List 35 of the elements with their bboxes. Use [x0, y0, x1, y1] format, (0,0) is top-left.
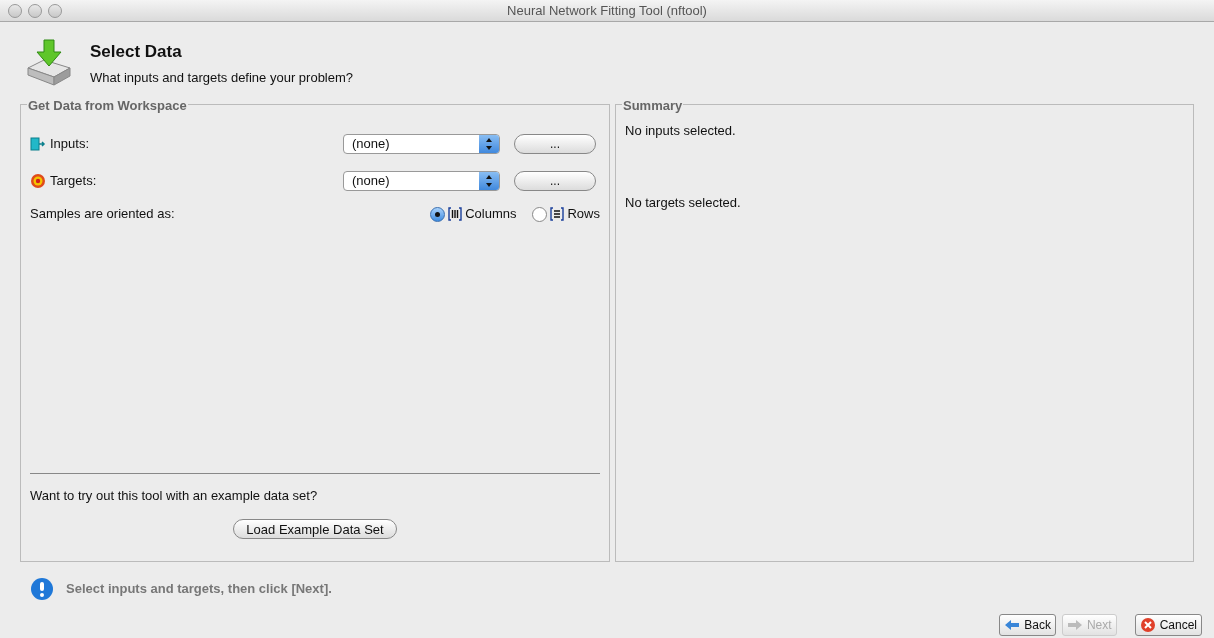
browse-button[interactable]: ... — [514, 170, 596, 191]
radio-button[interactable] — [532, 206, 548, 222]
window-control-icon[interactable] — [8, 3, 22, 18]
variable-dropdown[interactable]: (none) — [343, 170, 500, 191]
wizard-button[interactable]: Back — [999, 614, 1056, 636]
load-example-button[interactable]: Load Example Data Set — [233, 519, 397, 539]
stepper-icon — [479, 134, 499, 153]
radio-label: Columns — [465, 205, 517, 224]
field-label: Inputs: — [50, 134, 90, 153]
radio-button[interactable] — [430, 206, 446, 222]
window-title: Neural Network Fitting Tool (nftool) — [507, 1, 707, 20]
summary-text: No targets selected. — [625, 193, 742, 212]
orientation-label: Samples are oriented as: — [30, 205, 176, 224]
status-message: Select inputs and targets, then click [Next]. — [66, 580, 332, 599]
stepper-icon — [479, 171, 499, 190]
rows-icon — [550, 207, 565, 221]
example-prompt: Want to try out this tool with an example data set? — [30, 486, 319, 505]
right-arrow-icon — [1066, 619, 1083, 631]
window-control-icon[interactable] — [48, 3, 62, 18]
radio-label: Rows — [567, 205, 600, 224]
window-control-icon[interactable] — [28, 3, 42, 18]
page-subtitle: What inputs and targets define your problem? — [90, 69, 354, 87]
input-arrow-icon — [30, 135, 46, 152]
browse-button[interactable]: ... — [514, 133, 596, 154]
close-icon — [1139, 617, 1156, 633]
field-label: Targets: — [50, 171, 97, 190]
summary-text: No inputs selected. — [625, 122, 737, 140]
columns-icon — [448, 207, 463, 221]
download-tray-icon — [24, 38, 74, 88]
info-icon — [30, 577, 54, 601]
page-title: Select Data — [90, 40, 183, 63]
left-arrow-icon — [1004, 619, 1021, 631]
variable-dropdown[interactable]: (none) — [343, 133, 500, 154]
wizard-button[interactable]: Cancel — [1134, 614, 1202, 636]
target-icon — [30, 172, 46, 189]
